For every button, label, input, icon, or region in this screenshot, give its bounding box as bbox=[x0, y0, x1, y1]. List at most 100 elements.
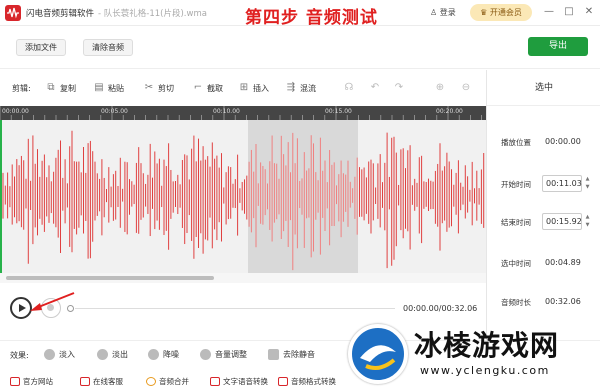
denoise-icon bbox=[148, 349, 159, 360]
selected-time-value: 00:04.89 bbox=[545, 258, 581, 267]
headphones-icon: ☊ bbox=[344, 82, 354, 93]
clear-audio-button[interactable]: 清除音频 bbox=[83, 39, 133, 56]
cut-button[interactable]: ✂ 剪切 bbox=[143, 81, 174, 95]
mix-button[interactable]: ⇶ 混流 bbox=[285, 81, 316, 95]
fade-out-label: 淡出 bbox=[112, 350, 128, 359]
effects-label: 效果: bbox=[10, 351, 29, 360]
watermark-logo-icon bbox=[348, 324, 408, 384]
end-time-input[interactable]: 00:15.92 bbox=[542, 213, 582, 230]
site-watermark: 冰棱游戏网 www.yclengku.com bbox=[348, 322, 600, 389]
time-readout: 00:00.00/00:32.06 bbox=[403, 304, 478, 313]
zoom-in-icon: ⊕ bbox=[435, 82, 445, 93]
audio-merge-link[interactable]: 音频合并 bbox=[146, 376, 189, 387]
denoise-button[interactable]: 降噪 bbox=[148, 349, 179, 360]
support-icon bbox=[80, 377, 90, 386]
official-site-link[interactable]: 官方网站 bbox=[10, 376, 53, 387]
mute-remove-icon bbox=[268, 349, 279, 360]
step-overlay-title: 第四步 音频测试 bbox=[245, 8, 378, 28]
start-time-spinner[interactable]: ▲ ▼ bbox=[584, 175, 591, 192]
selected-time-label: 选中时间 bbox=[501, 259, 531, 268]
crop-icon: ⌐ bbox=[193, 82, 203, 93]
merge-icon bbox=[146, 377, 156, 386]
undo-button[interactable]: ↶ bbox=[369, 81, 381, 95]
cut-label: 剪切 bbox=[158, 83, 174, 93]
waveform-area[interactable] bbox=[0, 120, 486, 273]
login-button[interactable]: ♙ 登录 bbox=[430, 7, 456, 18]
mix-label: 混流 bbox=[300, 83, 316, 93]
paste-button[interactable]: ▤ 粘贴 bbox=[93, 81, 124, 95]
remove-silence-label: 去除静音 bbox=[283, 350, 315, 359]
copy-icon: ⧉ bbox=[47, 82, 55, 93]
panel-title: 选中 bbox=[487, 70, 600, 106]
close-icon[interactable]: ✕ bbox=[582, 5, 596, 19]
scrollbar-thumb[interactable] bbox=[6, 276, 214, 280]
vip-button[interactable]: ♛ 开通会员 bbox=[470, 4, 532, 21]
insert-icon: ⊞ bbox=[239, 82, 249, 93]
tts-icon bbox=[210, 377, 220, 386]
toolbar-label: 剪辑: bbox=[12, 84, 31, 93]
app-logo-icon bbox=[5, 5, 21, 21]
minimize-icon[interactable]: — bbox=[542, 5, 556, 19]
fade-out-icon bbox=[97, 349, 108, 360]
tts-link[interactable]: 文字语音转换 bbox=[210, 376, 268, 387]
crown-icon: ♛ bbox=[480, 8, 488, 17]
play-position-value: 00:00.00 bbox=[545, 137, 581, 146]
tts-label: 文字语音转换 bbox=[223, 377, 268, 386]
playhead[interactable] bbox=[0, 120, 2, 273]
redo-button[interactable]: ↷ bbox=[393, 81, 405, 95]
file-name: - 队长蓑礼格-11(片段).wma bbox=[98, 9, 207, 19]
copy-button[interactable]: ⧉ 复制 bbox=[45, 81, 76, 95]
restore-icon[interactable]: □ bbox=[562, 5, 576, 19]
tick-label: 00:00.00 bbox=[2, 108, 29, 115]
volume-label: 音量调整 bbox=[215, 350, 247, 359]
paste-icon: ▤ bbox=[94, 82, 104, 93]
vip-label: 开通会员 bbox=[489, 8, 522, 17]
scissors-icon: ✂ bbox=[144, 82, 154, 93]
edit-toolbar: 剪辑: ⧉ 复制 ▤ 粘贴 ✂ 剪切 ⌐ 截取 ⊞ 插入 ⇶ 混流 ☊ ↶ ↷ ⊕ ⊖ bbox=[0, 70, 486, 106]
format-convert-label: 音频格式转换 bbox=[291, 377, 336, 386]
tick-label: 00:15.00 bbox=[325, 108, 352, 115]
fade-in-icon bbox=[44, 349, 55, 360]
zoom-in-button[interactable]: ⊕ bbox=[434, 81, 446, 95]
tick-label: 00:20.00 bbox=[436, 108, 463, 115]
redo-icon: ↷ bbox=[394, 82, 404, 93]
insert-button[interactable]: ⊞ 插入 bbox=[238, 81, 269, 95]
waveform bbox=[0, 120, 485, 273]
monitor-icon bbox=[10, 377, 20, 386]
start-time-label: 开始时间 bbox=[501, 180, 531, 189]
annotation-arrow-icon bbox=[30, 292, 75, 311]
export-button[interactable]: 导出 bbox=[528, 37, 588, 56]
official-site-label: 官方网站 bbox=[23, 377, 53, 386]
add-file-button[interactable]: 添加文件 bbox=[16, 39, 66, 56]
tick-label: 00:05.00 bbox=[101, 108, 128, 115]
copy-label: 复制 bbox=[60, 83, 76, 93]
denoise-label: 降噪 bbox=[163, 350, 179, 359]
convert-icon bbox=[278, 377, 288, 386]
fade-out-button[interactable]: 淡出 bbox=[97, 349, 128, 360]
online-support-link[interactable]: 在线客服 bbox=[80, 376, 123, 387]
remove-silence-button[interactable]: 去除静音 bbox=[268, 349, 315, 360]
app-name: 闪电音频剪辑软件 bbox=[26, 9, 95, 19]
volume-button[interactable]: 音量调整 bbox=[200, 349, 247, 360]
title-bar: 闪电音频剪辑软件 - 队长蓑礼格-11(片段).wma 第四步 音频测试 ♙ 登录… bbox=[0, 0, 600, 28]
format-convert-link[interactable]: 音频格式转换 bbox=[278, 376, 336, 387]
end-time-spinner[interactable]: ▲ ▼ bbox=[584, 213, 591, 230]
online-support-label: 在线客服 bbox=[93, 377, 123, 386]
start-time-input[interactable]: 00:11.03 bbox=[542, 175, 582, 192]
crop-button[interactable]: ⌐ 截取 bbox=[192, 81, 223, 95]
fade-in-button[interactable]: 淡入 bbox=[44, 349, 75, 360]
ruler-ticks bbox=[0, 106, 482, 120]
user-icon: ♙ bbox=[430, 8, 438, 17]
progress-track[interactable] bbox=[75, 308, 395, 309]
action-bar: 添加文件 清除音频 导出 bbox=[0, 27, 600, 69]
end-time-label: 结束时间 bbox=[501, 218, 531, 227]
watermark-text: 冰棱游戏网 bbox=[414, 329, 560, 362]
zoom-out-button[interactable]: ⊖ bbox=[460, 81, 472, 95]
fade-in-label: 淡入 bbox=[59, 350, 75, 359]
audio-merge-label: 音频合并 bbox=[159, 377, 189, 386]
headphones-button[interactable]: ☊ bbox=[343, 81, 355, 95]
timeline-ruler[interactable]: 00:00.00 00:05.00 00:10.00 00:15.00 00:2… bbox=[0, 106, 486, 120]
paste-label: 粘贴 bbox=[108, 83, 124, 93]
crop-label: 截取 bbox=[207, 83, 223, 93]
timeline-scrollbar[interactable] bbox=[0, 273, 486, 283]
